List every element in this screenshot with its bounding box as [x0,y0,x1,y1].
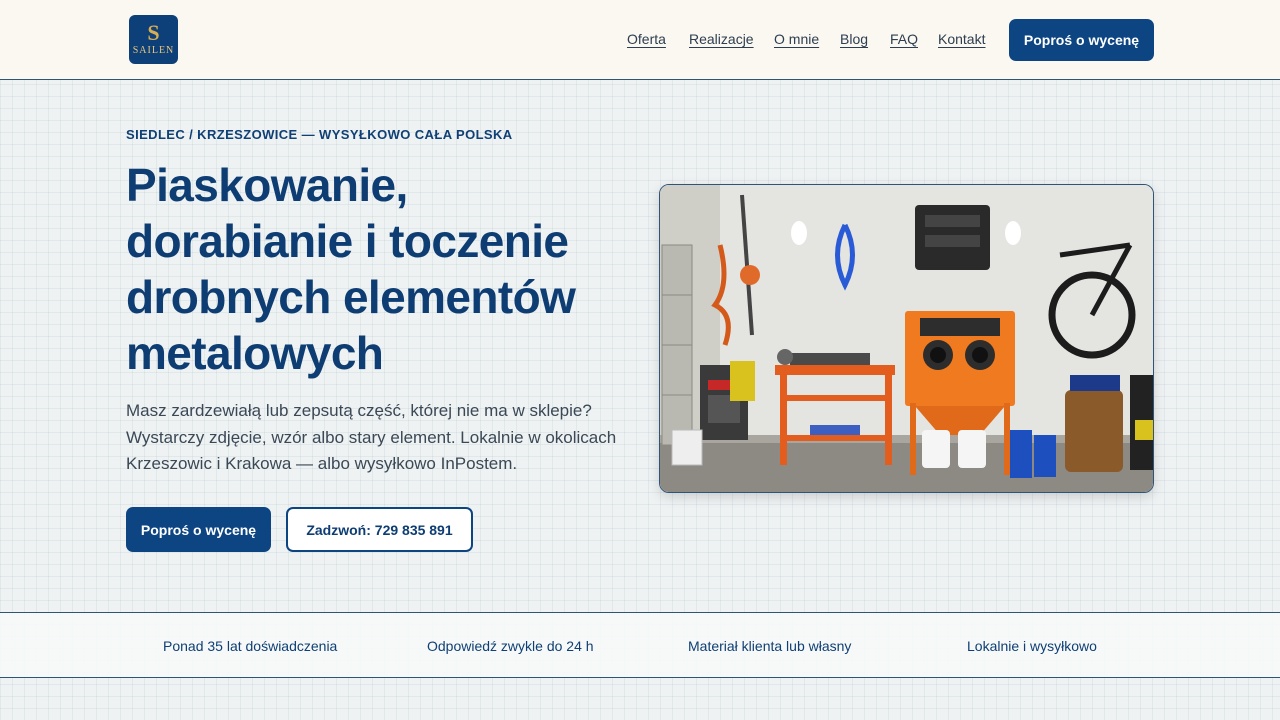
nav-link-faq[interactable]: FAQ [890,31,918,47]
feature-material: Materiał klienta lub własny [688,638,852,654]
hero-description: Masz zardzewiałą lub zepsutą część, któr… [126,401,617,473]
logo-wordmark: SAILEN [132,44,175,56]
feature-response-time: Odpowiedź zwykle do 24 h [427,638,594,654]
nav-link-realizacje[interactable]: Realizacje [689,31,754,47]
feature-delivery: Lokalnie i wysyłkowo [967,638,1097,654]
workshop-photo [659,184,1154,493]
site-header: S SAILEN Oferta Realizacje O mnie Blog F… [0,0,1280,80]
nav-link-oferta[interactable]: Oferta [627,31,666,47]
hero-call-button[interactable]: Zadzwoń: 729 835 891 [286,507,473,552]
hero-quote-button[interactable]: Poproś o wycenę [126,507,271,552]
nav-link-blog[interactable]: Blog [840,31,868,47]
feature-experience: Ponad 35 lat doświadczenia [163,638,338,654]
header-quote-button[interactable]: Poproś o wycenę [1009,19,1154,61]
features-strip: Ponad 35 lat doświadczenia Odpowiedź zwy… [0,612,1280,678]
logo-letter: S [147,19,160,45]
nav-link-o-mnie[interactable]: O mnie [774,31,819,47]
nav-link-kontakt[interactable]: Kontakt [938,31,985,47]
hero-title: Piaskowanie, dorabianie i toczenie drobn… [126,159,576,379]
sailen-logo[interactable]: S SAILEN [129,15,178,64]
hero-eyebrow: SIEDLEC / KRZESZOWICE — WYSYŁKOWO CAŁA P… [126,127,513,142]
